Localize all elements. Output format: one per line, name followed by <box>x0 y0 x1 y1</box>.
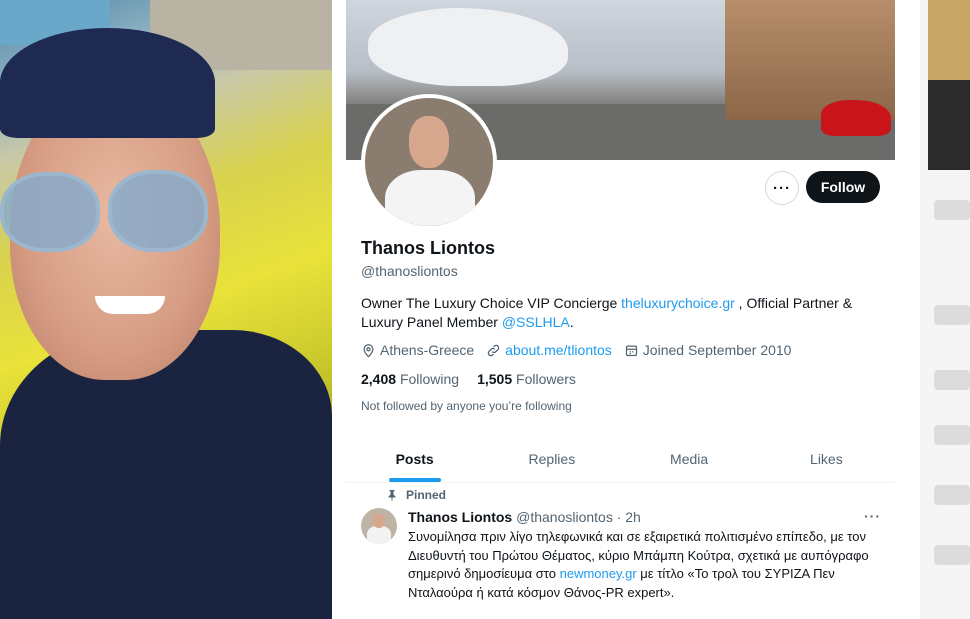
right-placeholder <box>934 425 970 445</box>
profile-page: ··· Follow Thanos Liontos @thanosliontos… <box>346 0 895 619</box>
following-count: 2,408 <box>361 371 397 387</box>
bio-text: . <box>569 314 574 330</box>
bio-text: Owner The Luxury Choice VIP Concierge <box>361 295 622 311</box>
banner-plane <box>368 8 568 86</box>
post-header: Thanos Liontos @thanosliontos · 2h <box>408 509 641 525</box>
website[interactable]: about.me/tliontos <box>486 342 612 358</box>
right-sidebar-cropped <box>920 0 970 619</box>
bio-link-mention[interactable]: @SSLHLA <box>502 314 570 330</box>
pin-icon <box>388 490 396 501</box>
profile-avatar[interactable] <box>361 94 497 230</box>
right-placeholder <box>934 370 970 390</box>
joined-text: Joined September 2010 <box>642 342 792 358</box>
post-avatar-shirt <box>367 526 391 544</box>
glasses-right-lens <box>108 170 208 252</box>
post-handle-time[interactable]: @thanosliontos · 2h <box>516 509 641 525</box>
not-followed-notice: Not followed by anyone you’re following <box>361 399 572 413</box>
right-placeholder <box>934 485 970 505</box>
followers-link[interactable]: 1,505 Followers <box>477 371 576 387</box>
followers-count: 1,505 <box>477 371 513 387</box>
bio-link-website[interactable]: theluxurychoice.gr <box>621 295 735 311</box>
left-photo <box>0 0 332 619</box>
tab-replies[interactable]: Replies <box>483 436 620 482</box>
profile-name: Thanos Liontos <box>361 238 495 258</box>
pinned-indicator: Pinned <box>386 488 446 502</box>
right-placeholder <box>934 305 970 325</box>
avatar-head <box>409 116 449 168</box>
post-author-avatar[interactable] <box>361 508 397 544</box>
banner-car <box>821 100 891 136</box>
calendar-icon <box>625 345 637 356</box>
smile <box>95 296 165 314</box>
post-author-name[interactable]: Thanos Liontos <box>408 509 512 525</box>
location-pin-icon <box>363 343 374 358</box>
right-placeholder <box>934 545 970 565</box>
follow-button[interactable]: Follow <box>806 171 880 203</box>
tab-media[interactable]: Media <box>621 436 758 482</box>
tab-posts[interactable]: Posts <box>346 436 483 482</box>
post-more-button[interactable]: ··· <box>864 508 881 524</box>
more-options-button[interactable]: ··· <box>765 171 799 205</box>
following-link[interactable]: 2,408 Following <box>361 371 459 387</box>
post-link[interactable]: newmoney.gr <box>560 566 637 581</box>
right-placeholder <box>934 200 970 220</box>
post-text: Συνομίλησα πριν λίγο τηλεφωνικά και σε ε… <box>408 528 880 602</box>
website-link[interactable]: about.me/tliontos <box>505 342 612 358</box>
right-image-dark <box>928 80 970 170</box>
jacket <box>0 330 332 619</box>
link-icon <box>488 344 500 356</box>
right-image-top <box>928 0 970 80</box>
following-label: Following <box>399 371 460 387</box>
location-text: Athens-Greece <box>380 342 475 358</box>
post-avatar-head <box>373 514 385 528</box>
profile-meta: Athens-Greece about.me/tliontos Joined S… <box>361 342 791 358</box>
tab-likes[interactable]: Likes <box>758 436 895 482</box>
followers-label: Followers <box>516 371 576 387</box>
profile-handle: @thanosliontos <box>361 263 458 279</box>
location: Athens-Greece <box>361 342 474 358</box>
avatar-shirt <box>385 170 475 226</box>
follow-counts: 2,408 Following 1,505 Followers <box>361 371 576 387</box>
joined-date: Joined September 2010 <box>624 342 792 358</box>
profile-bio: Owner The Luxury Choice VIP Concierge th… <box>361 294 861 332</box>
cap <box>0 28 215 138</box>
profile-tabs: Posts Replies Media Likes <box>346 436 895 483</box>
pinned-label: Pinned <box>406 488 447 502</box>
glasses-left-lens <box>0 172 100 252</box>
